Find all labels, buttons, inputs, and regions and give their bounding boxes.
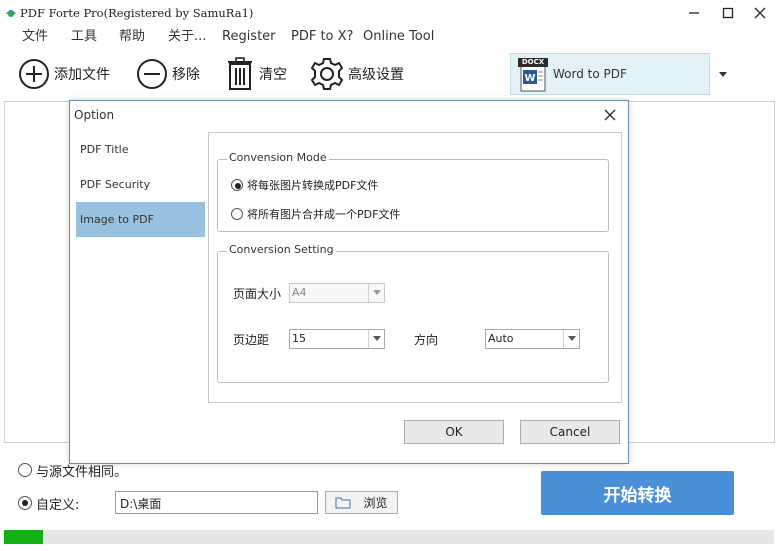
page-size-label: 页面大小 bbox=[233, 287, 282, 301]
mode-each-image-radio[interactable] bbox=[231, 179, 243, 191]
trash-icon bbox=[228, 57, 252, 90]
close-icon bbox=[754, 7, 766, 19]
close-button[interactable] bbox=[750, 3, 770, 23]
menu-online-tool[interactable]: Online Tool bbox=[363, 28, 434, 46]
add-file-button[interactable]: 添加文件 bbox=[18, 57, 110, 91]
dialog-close-button[interactable] bbox=[602, 107, 618, 123]
minimize-icon bbox=[689, 12, 699, 14]
page-size-select[interactable]: A4 bbox=[289, 283, 385, 303]
menu-tools[interactable]: 工具 bbox=[71, 28, 97, 46]
svg-text:W: W bbox=[524, 73, 535, 84]
advanced-settings-label: 高级设置 bbox=[348, 67, 404, 83]
plus-circle-icon bbox=[19, 59, 49, 89]
maximize-button[interactable] bbox=[718, 3, 738, 23]
close-icon bbox=[604, 109, 616, 121]
nav-pdf-security[interactable]: PDF Security bbox=[76, 167, 205, 202]
chevron-down-icon bbox=[368, 284, 384, 302]
orientation-select[interactable]: Auto bbox=[485, 329, 580, 349]
menu-help[interactable]: 帮助 bbox=[119, 28, 145, 46]
progress-fill bbox=[4, 530, 43, 544]
gear-icon bbox=[310, 58, 344, 90]
page-size-value: A4 bbox=[292, 286, 307, 299]
docx-icon: W DOCX bbox=[517, 58, 549, 92]
conversion-mode-title: Convension Mode bbox=[227, 151, 329, 164]
margin-value: 15 bbox=[292, 332, 306, 345]
window-title: PDF Forte Pro(Registered by SamuRa1) bbox=[20, 6, 254, 20]
dialog-panel: Convension Mode 将每张图片转换成PDF文件 将所有图片合并成一个… bbox=[208, 132, 622, 403]
dialog-nav: PDF Title PDF Security Image to PDF bbox=[76, 132, 207, 403]
format-box[interactable]: W DOCX Word to PDF bbox=[510, 53, 710, 95]
custom-output-radio[interactable] bbox=[18, 496, 32, 510]
conversion-setting-title: Conversion Setting bbox=[227, 243, 336, 256]
cancel-button[interactable]: Cancel bbox=[520, 420, 620, 444]
orientation-label: 方向 bbox=[414, 333, 439, 347]
app-icon bbox=[4, 5, 18, 19]
menu-file[interactable]: 文件 bbox=[22, 28, 48, 46]
mode-merge-radio[interactable] bbox=[231, 208, 243, 220]
margin-label: 页边距 bbox=[233, 333, 270, 347]
title-bar: PDF Forte Pro(Registered by SamuRa1) bbox=[0, 0, 778, 28]
mode-merge-label: 将所有图片合并成一个PDF文件 bbox=[247, 208, 401, 221]
format-label: Word to PDF bbox=[553, 67, 627, 81]
chevron-down-icon[interactable] bbox=[716, 67, 730, 81]
folder-icon bbox=[335, 497, 351, 509]
margin-select[interactable]: 15 bbox=[289, 329, 385, 349]
minimize-button[interactable] bbox=[684, 3, 704, 23]
menu-about[interactable]: 关于... bbox=[168, 28, 206, 46]
start-conversion-button[interactable]: 开始转换 bbox=[541, 471, 734, 515]
chevron-down-icon bbox=[563, 330, 579, 348]
same-as-source-radio[interactable] bbox=[18, 463, 32, 477]
nav-image-to-pdf[interactable]: Image to PDF bbox=[76, 202, 205, 237]
nav-pdf-title[interactable]: PDF Title bbox=[76, 132, 205, 167]
remove-button[interactable]: 移除 bbox=[136, 57, 200, 91]
advanced-settings-button[interactable]: 高级设置 bbox=[310, 57, 404, 91]
clear-button[interactable]: 清空 bbox=[225, 57, 287, 91]
mode-each-image-label: 将每张图片转换成PDF文件 bbox=[247, 179, 379, 192]
ok-button[interactable]: OK bbox=[404, 420, 504, 444]
option-dialog: Option PDF Title PDF Security Image to P… bbox=[69, 100, 629, 464]
maximize-icon bbox=[722, 7, 734, 19]
dialog-title: Option bbox=[74, 108, 115, 122]
add-file-label: 添加文件 bbox=[54, 67, 110, 83]
output-path-field[interactable]: D:\桌面 bbox=[115, 491, 318, 514]
conversion-setting-group bbox=[217, 251, 609, 383]
clear-label: 清空 bbox=[259, 67, 287, 83]
conversion-format-select[interactable]: W DOCX Word to PDF bbox=[510, 53, 740, 95]
chevron-down-icon bbox=[368, 330, 384, 348]
docx-icon-text: DOCX bbox=[521, 58, 545, 66]
menu-register[interactable]: Register bbox=[222, 28, 276, 46]
browse-label: 浏览 bbox=[363, 496, 388, 510]
remove-label: 移除 bbox=[172, 67, 200, 83]
orientation-value: Auto bbox=[488, 332, 514, 345]
minus-circle-icon bbox=[137, 59, 167, 89]
progress-bar bbox=[4, 530, 774, 544]
menu-pdf-to-x[interactable]: PDF to X? bbox=[291, 28, 353, 46]
custom-output-label: 自定义: bbox=[36, 498, 80, 513]
browse-button[interactable]: 浏览 bbox=[325, 491, 398, 514]
